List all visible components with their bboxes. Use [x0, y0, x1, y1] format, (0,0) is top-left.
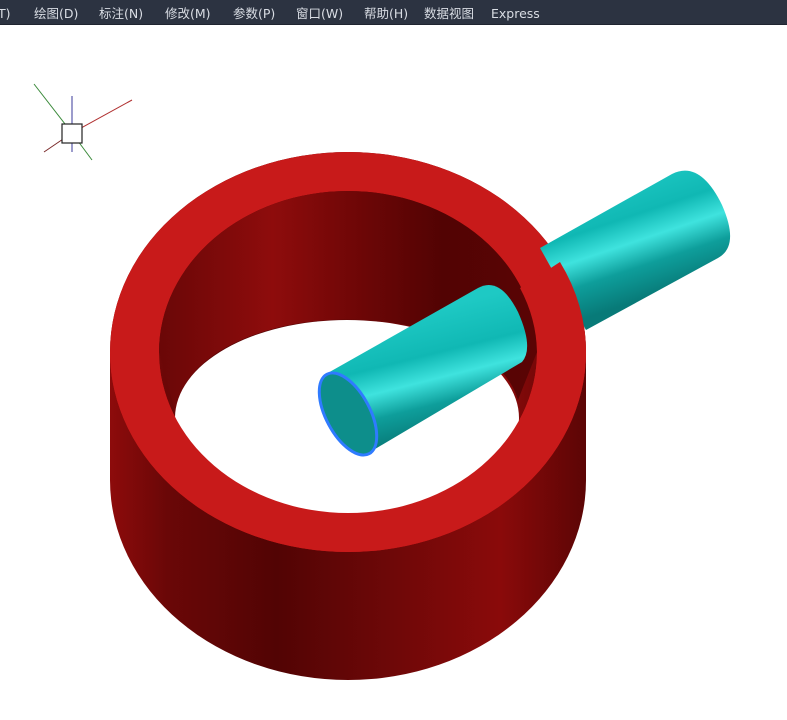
menu-dimension[interactable]: 标注(N) — [99, 0, 143, 25]
ucs-axis-icon — [33, 83, 133, 161]
drawing-viewport[interactable] — [0, 25, 787, 720]
menu-tools[interactable]: T) — [0, 0, 11, 25]
menu-help[interactable]: 帮助(H) — [364, 0, 408, 25]
menu-modify[interactable]: 修改(M) — [165, 0, 211, 25]
menu-draw[interactable]: 绘图(D) — [34, 0, 78, 25]
menu-parametric[interactable]: 参数(P) — [233, 0, 275, 25]
menu-express[interactable]: Express — [491, 0, 540, 25]
model-space-canvas[interactable] — [0, 25, 787, 720]
menu-data-view[interactable]: 数据视图 — [424, 0, 474, 25]
menu-window[interactable]: 窗口(W) — [296, 0, 343, 25]
menu-bar: T) 绘图(D) 标注(N) 修改(M) 参数(P) 窗口(W) 帮助(H) 数… — [0, 0, 787, 25]
